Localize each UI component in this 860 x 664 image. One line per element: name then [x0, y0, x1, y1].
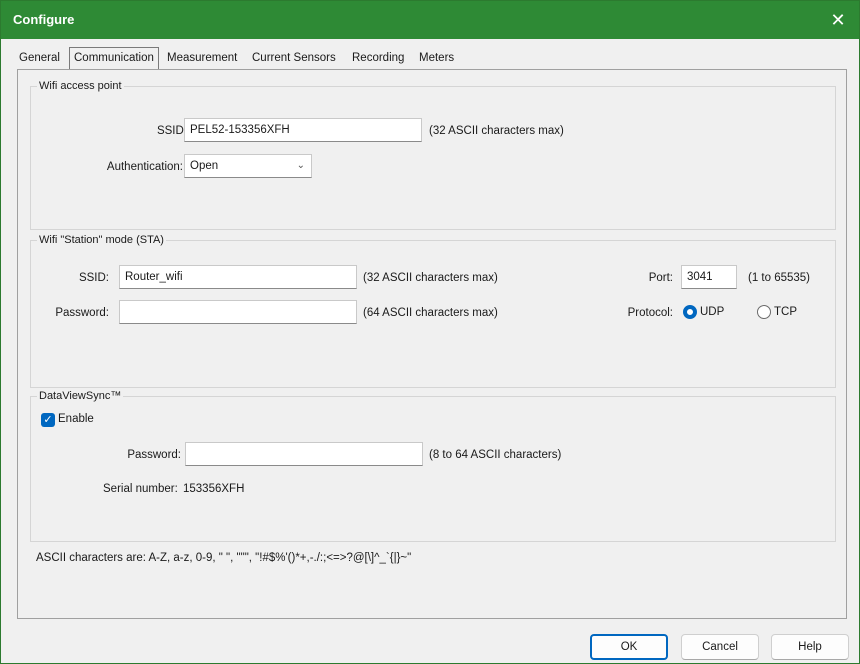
dvs-password-input[interactable]	[185, 442, 423, 466]
serial-number-label: Serial number:	[103, 483, 178, 495]
tcp-radio[interactable]	[757, 305, 771, 319]
authentication-select[interactable]: Open ⌄	[184, 154, 312, 178]
protocol-label: Protocol:	[627, 307, 673, 319]
chevron-down-icon: ⌄	[296, 160, 305, 171]
enable-label[interactable]: Enable	[58, 413, 94, 425]
tab-current-sensors[interactable]: Current Sensors	[252, 49, 336, 68]
tab-general[interactable]: General	[19, 49, 60, 68]
ascii-note: ASCII characters are: A-Z, a-z, 0-9, " "…	[36, 552, 412, 564]
dvs-password-hint: (8 to 64 ASCII characters)	[429, 449, 562, 461]
enable-checkbox[interactable]: ✓	[41, 413, 55, 427]
sta-password-hint: (64 ASCII characters max)	[363, 307, 498, 319]
cancel-button[interactable]: Cancel	[681, 634, 759, 660]
tab-measurement[interactable]: Measurement	[167, 49, 237, 68]
authentication-value: Open	[190, 160, 219, 172]
sta-ssid-input[interactable]: Router_wifi	[119, 265, 357, 289]
tcp-label[interactable]: TCP	[774, 306, 797, 318]
wifi-access-point-group: Wifi access point SSID: PEL52-153356XFH …	[30, 80, 836, 230]
wifi-station-group: Wifi "Station" mode (STA) SSID: Router_w…	[30, 234, 836, 388]
tab-communication[interactable]: Communication	[69, 47, 159, 69]
title-bar[interactable]: Configure ✕	[1, 1, 859, 39]
sta-ssid-label: SSID:	[78, 272, 109, 284]
tab-meters[interactable]: Meters	[419, 49, 454, 68]
ap-ssid-hint: (32 ASCII characters max)	[429, 125, 564, 137]
communication-panel: Wifi access point SSID: PEL52-153356XFH …	[17, 69, 847, 619]
configure-dialog: Configure ✕ General Communication Measur…	[0, 0, 860, 664]
dataviewsync-group: DataViewSync™ ✓ Enable Password: (8 to 6…	[30, 390, 836, 542]
sta-password-input[interactable]	[119, 300, 357, 324]
ap-ssid-input[interactable]: PEL52-153356XFH	[184, 118, 422, 142]
window-title: Configure	[13, 12, 75, 27]
sta-password-label: Password:	[55, 307, 109, 319]
udp-label[interactable]: UDP	[700, 306, 724, 318]
ap-ssid-label: SSID:	[156, 125, 187, 137]
port-input[interactable]: 3041	[681, 265, 737, 289]
sta-ssid-hint: (32 ASCII characters max)	[363, 272, 498, 284]
tab-recording[interactable]: Recording	[352, 49, 404, 68]
port-label: Port:	[648, 272, 673, 284]
port-hint: (1 to 65535)	[748, 272, 811, 284]
udp-radio[interactable]	[683, 305, 697, 319]
authentication-label: Authentication:	[106, 161, 183, 173]
group-legend: DataViewSync™	[37, 390, 124, 402]
ok-button[interactable]: OK	[590, 634, 668, 660]
group-legend: Wifi access point	[37, 80, 124, 92]
group-legend: Wifi "Station" mode (STA)	[37, 234, 166, 246]
help-button[interactable]: Help	[771, 634, 849, 660]
dvs-password-label: Password:	[127, 449, 181, 461]
close-icon[interactable]: ✕	[827, 9, 849, 31]
serial-number-value: 153356XFH	[183, 483, 245, 495]
